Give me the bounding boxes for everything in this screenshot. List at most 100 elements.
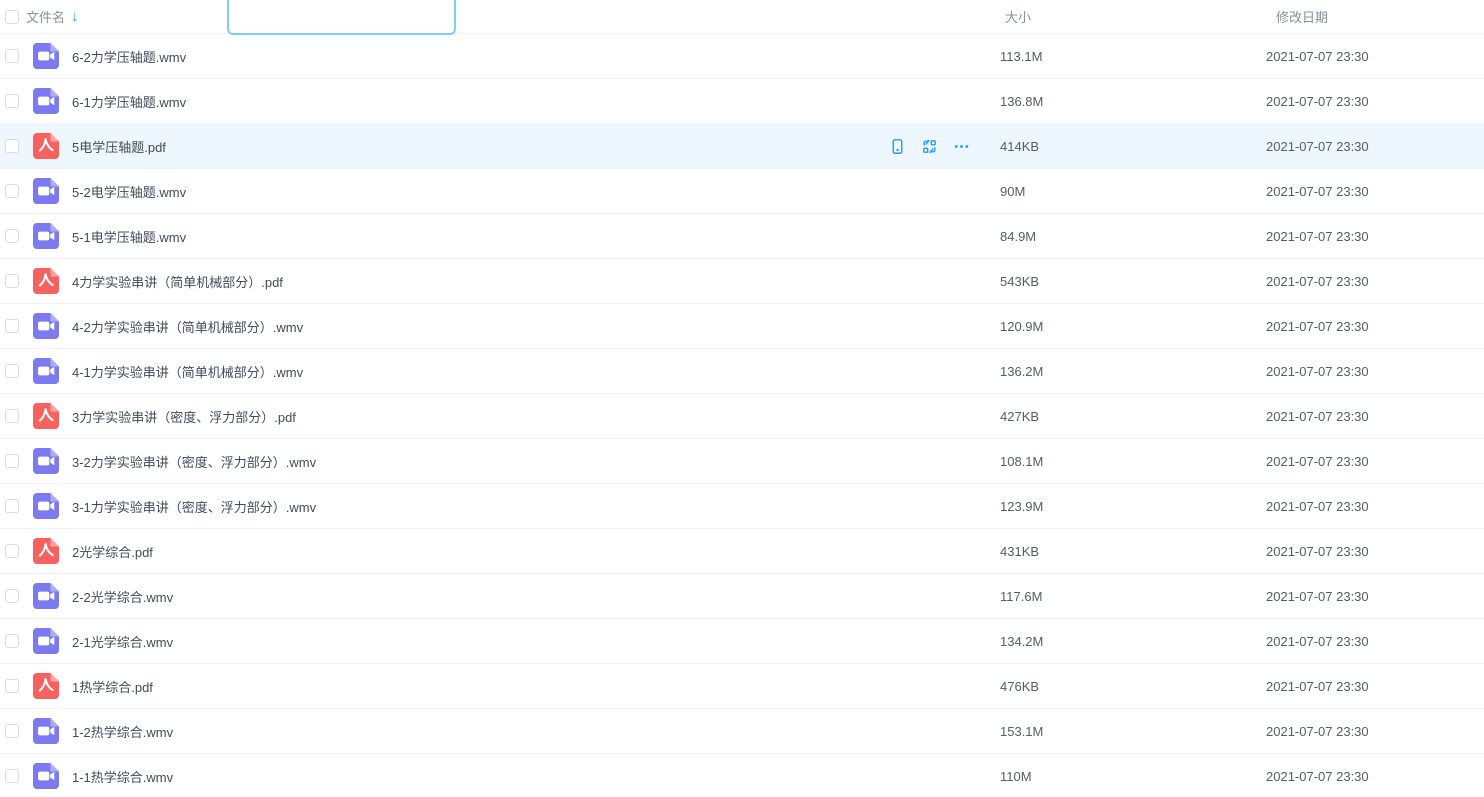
file-size: 476KB	[998, 679, 1263, 694]
row-checkbox[interactable]	[5, 499, 19, 513]
column-header-filename-label: 文件名	[26, 7, 65, 26]
row-checkbox[interactable]	[5, 679, 19, 693]
row-checkbox[interactable]	[5, 589, 19, 603]
pdf-file-icon	[33, 673, 59, 699]
file-name[interactable]: 6-1力学压轴题.wmv	[72, 92, 186, 111]
file-name[interactable]: 4-1力学实验串讲（简单机械部分）.wmv	[72, 362, 303, 381]
file-size: 110M	[998, 769, 1263, 784]
file-row[interactable]: 1热学综合.pdf 476KB 2021-07-07 23:30	[0, 664, 1484, 709]
file-name[interactable]: 6-2力学压轴题.wmv	[72, 47, 186, 66]
file-row[interactable]: 5-1电学压轴题.wmv 84.9M 2021-07-07 23:30	[0, 214, 1484, 259]
file-date: 2021-07-07 23:30	[1263, 679, 1484, 694]
file-date: 2021-07-07 23:30	[1263, 94, 1484, 109]
more-dots-icon[interactable]	[953, 138, 970, 155]
column-header-date[interactable]: 修改日期	[1263, 7, 1484, 26]
file-name[interactable]: 4力学实验串讲（简单机械部分）.pdf	[72, 272, 283, 291]
inline-rename-input[interactable]	[227, 0, 456, 35]
file-size: 153.1M	[998, 724, 1263, 739]
file-size: 120.9M	[998, 319, 1263, 334]
file-name[interactable]: 2-1光学综合.wmv	[72, 632, 173, 651]
file-date: 2021-07-07 23:30	[1263, 499, 1484, 514]
video-file-icon	[33, 88, 59, 114]
row-checkbox[interactable]	[5, 769, 19, 783]
video-file-icon	[33, 718, 59, 744]
file-size: 108.1M	[998, 454, 1263, 469]
pdf-file-icon	[33, 268, 59, 294]
file-row[interactable]: 6-1力学压轴题.wmv 136.8M 2021-07-07 23:30	[0, 79, 1484, 124]
file-date: 2021-07-07 23:30	[1263, 139, 1484, 154]
file-name[interactable]: 5-1电学压轴题.wmv	[72, 227, 186, 246]
video-file-icon	[33, 223, 59, 249]
file-row[interactable]: 3-1力学实验串讲（密度、浮力部分）.wmv 123.9M 2021-07-07…	[0, 484, 1484, 529]
file-size: 136.2M	[998, 364, 1263, 379]
file-size: 414KB	[998, 139, 1263, 154]
row-checkbox[interactable]	[5, 49, 19, 63]
file-size: 123.9M	[998, 499, 1263, 514]
file-row[interactable]: 1-1热学综合.wmv 110M 2021-07-07 23:30	[0, 754, 1484, 797]
file-date: 2021-07-07 23:30	[1263, 454, 1484, 469]
file-size: 134.2M	[998, 634, 1263, 649]
file-name[interactable]: 1-2热学综合.wmv	[72, 722, 173, 741]
file-date: 2021-07-07 23:30	[1263, 364, 1484, 379]
file-date: 2021-07-07 23:30	[1263, 229, 1484, 244]
file-name[interactable]: 5电学压轴题.pdf	[72, 137, 166, 156]
row-checkbox[interactable]	[5, 454, 19, 468]
row-checkbox[interactable]	[5, 139, 19, 153]
column-header-filename[interactable]: 文件名 ↓	[26, 7, 79, 26]
file-row[interactable]: 3-2力学实验串讲（密度、浮力部分）.wmv 108.1M 2021-07-07…	[0, 439, 1484, 484]
file-row[interactable]: 2-2光学综合.wmv 117.6M 2021-07-07 23:30	[0, 574, 1484, 619]
file-name[interactable]: 4-2力学实验串讲（简单机械部分）.wmv	[72, 317, 303, 336]
file-row[interactable]: 2-1光学综合.wmv 134.2M 2021-07-07 23:30	[0, 619, 1484, 664]
file-row[interactable]: 5-2电学压轴题.wmv 90M 2021-07-07 23:30	[0, 169, 1484, 214]
file-name[interactable]: 3-2力学实验串讲（密度、浮力部分）.wmv	[72, 452, 316, 471]
file-name[interactable]: 3-1力学实验串讲（密度、浮力部分）.wmv	[72, 497, 316, 516]
video-file-icon	[33, 178, 59, 204]
file-row[interactable]: 1-2热学综合.wmv 153.1M 2021-07-07 23:30	[0, 709, 1484, 754]
row-checkbox[interactable]	[5, 319, 19, 333]
file-date: 2021-07-07 23:30	[1263, 589, 1484, 604]
file-row[interactable]: 3力学实验串讲（密度、浮力部分）.pdf 427KB 2021-07-07 23…	[0, 394, 1484, 439]
qr-code-icon[interactable]	[921, 138, 938, 155]
row-checkbox[interactable]	[5, 94, 19, 108]
file-row[interactable]: 5电学压轴题.pdf	[0, 124, 1484, 169]
file-date: 2021-07-07 23:30	[1263, 724, 1484, 739]
row-checkbox[interactable]	[5, 229, 19, 243]
select-all-checkbox[interactable]	[5, 10, 19, 24]
video-file-icon	[33, 628, 59, 654]
file-size: 543KB	[998, 274, 1263, 289]
video-file-icon	[33, 583, 59, 609]
file-name[interactable]: 1热学综合.pdf	[72, 677, 153, 696]
phone-icon[interactable]	[889, 138, 906, 155]
file-row[interactable]: 4-1力学实验串讲（简单机械部分）.wmv 136.2M 2021-07-07 …	[0, 349, 1484, 394]
row-checkbox[interactable]	[5, 724, 19, 738]
file-name[interactable]: 2-2光学综合.wmv	[72, 587, 173, 606]
file-date: 2021-07-07 23:30	[1263, 184, 1484, 199]
file-date: 2021-07-07 23:30	[1263, 634, 1484, 649]
file-name[interactable]: 1-1热学综合.wmv	[72, 767, 173, 786]
column-header-size[interactable]: 大小	[998, 7, 1263, 26]
file-row[interactable]: 6-2力学压轴题.wmv 113.1M 2021-07-07 23:30	[0, 34, 1484, 79]
sort-descending-icon[interactable]: ↓	[71, 9, 79, 24]
file-name[interactable]: 5-2电学压轴题.wmv	[72, 182, 186, 201]
file-date: 2021-07-07 23:30	[1263, 409, 1484, 424]
file-row[interactable]: 4力学实验串讲（简单机械部分）.pdf 543KB 2021-07-07 23:…	[0, 259, 1484, 304]
row-checkbox[interactable]	[5, 634, 19, 648]
row-checkbox[interactable]	[5, 184, 19, 198]
file-date: 2021-07-07 23:30	[1263, 319, 1484, 334]
file-name[interactable]: 3力学实验串讲（密度、浮力部分）.pdf	[72, 407, 296, 426]
row-checkbox[interactable]	[5, 409, 19, 423]
file-size: 427KB	[998, 409, 1263, 424]
row-checkbox[interactable]	[5, 274, 19, 288]
file-row[interactable]: 4-2力学实验串讲（简单机械部分）.wmv 120.9M 2021-07-07 …	[0, 304, 1484, 349]
pdf-file-icon	[33, 538, 59, 564]
row-checkbox[interactable]	[5, 364, 19, 378]
file-name[interactable]: 2光学综合.pdf	[72, 542, 153, 561]
video-file-icon	[33, 448, 59, 474]
pdf-file-icon	[33, 403, 59, 429]
file-row[interactable]: 2光学综合.pdf 431KB 2021-07-07 23:30	[0, 529, 1484, 574]
file-date: 2021-07-07 23:30	[1263, 49, 1484, 64]
file-list: 6-2力学压轴题.wmv 113.1M 2021-07-07 23:30 6-1…	[0, 34, 1484, 797]
video-file-icon	[33, 313, 59, 339]
file-size: 431KB	[998, 544, 1263, 559]
row-checkbox[interactable]	[5, 544, 19, 558]
